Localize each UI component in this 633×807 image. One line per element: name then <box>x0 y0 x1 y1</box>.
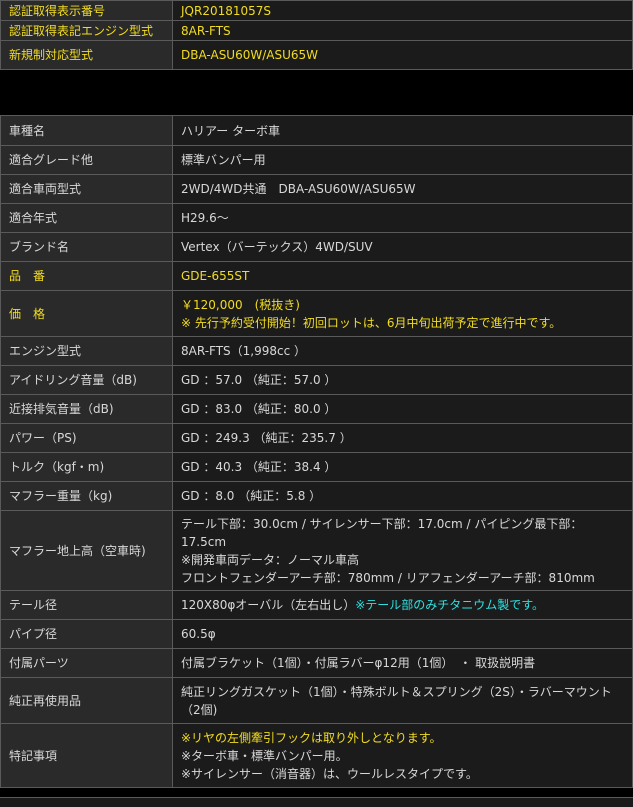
spec-row-idle: アイドリング音量（dB) GD ：57.0 （純正：57.0 ） <box>0 365 633 395</box>
spec-row-reuse: 純正再使用品 純正リングガスケット（1個）・特殊ボルト＆スプリング（2S）・ラバ… <box>0 677 633 724</box>
tail-value: 120X80φオーバル（左右出し） <box>181 598 356 612</box>
exhaust-value: GD ：83.0 （純正：80.0 ） <box>172 394 633 424</box>
price-note: ※ 先行予約受付開始！初回ロットは、6月中旬出荷予定で進行中です。 <box>181 315 562 330</box>
part-no-label: 品 番 <box>0 261 173 291</box>
section-gap <box>0 70 633 115</box>
spec-row-clearance: マフラー地上高（空車時) テール下部：30.0cm / サイレンサー下部：17.… <box>0 510 633 591</box>
new-regulation-label: 新規制対応型式 <box>0 40 173 70</box>
spec-row-part-no: 品 番 GDE-655ST <box>0 261 633 291</box>
power-value: GD ：249.3 （純正：235.7 ） <box>172 423 633 453</box>
cert-engine-value: 8AR-FTS <box>172 20 633 41</box>
spec-row-power: パワー（PS) GD ：249.3 （純正：235.7 ） <box>0 423 633 453</box>
power-label: パワー（PS) <box>0 423 173 453</box>
vehicle-type-value: 2WD/4WD共通 DBA-ASU60W/ASU65W <box>172 174 633 204</box>
vehicle-type-label: 適合車両型式 <box>0 174 173 204</box>
notes-line-1: ※リヤの左側牽引フックは取り外しとなります。 <box>181 730 442 745</box>
part-no-value: GDE-655ST <box>172 261 633 291</box>
cert-number-label: 認証取得表示番号 <box>0 0 173 21</box>
torque-label: トルク（kgf・m) <box>0 452 173 482</box>
cert-table: 認証取得表示番号 JQR20181057S 認証取得表記エンジン型式 8AR-F… <box>0 0 633 70</box>
spec-row-weight: マフラー重量（kg) GD ：8.0 （純正：5.8 ） <box>0 481 633 511</box>
spec-row-tail: テール径 120X80φオーバル（左右出し）※テール部のみチタニウム製です。 <box>0 590 633 620</box>
clearance-line-2: 17.5cm <box>181 534 227 549</box>
model-label: 車種名 <box>0 115 173 146</box>
price-value: ￥120,000 (税抜き) <box>181 297 300 312</box>
tail-label: テール径 <box>0 590 173 620</box>
cert-engine-row: 認証取得表記エンジン型式 8AR-FTS <box>0 20 633 41</box>
grade-label: 適合グレード他 <box>0 145 173 175</box>
notes-line-2: ※ターボ車・標準バンパー用。 <box>181 748 348 763</box>
cert-number-row: 認証取得表示番号 JQR20181057S <box>0 0 633 21</box>
idle-label: アイドリング音量（dB) <box>0 365 173 395</box>
model-value: ハリアー ターボ車 <box>172 115 633 146</box>
notes-label: 特記事項 <box>0 723 173 788</box>
clearance-line-3: ※開発車両データ：ノーマル車高 <box>181 552 360 567</box>
spec-row-torque: トルク（kgf・m) GD ：40.3 （純正：38.4 ） <box>0 452 633 482</box>
weight-label: マフラー重量（kg) <box>0 481 173 511</box>
tail-cell: 120X80φオーバル（左右出し）※テール部のみチタニウム製です。 <box>172 590 633 620</box>
cert-number-value: JQR20181057S <box>172 0 633 21</box>
engine-value: 8AR-FTS（1,998cc ） <box>172 336 633 366</box>
parts-value: 付属ブラケット（1個）・付属ラバーφ12用（1個） ・ 取扱説明書 <box>172 648 633 678</box>
new-regulation-value: DBA-ASU60W/ASU65W <box>172 40 633 70</box>
clearance-line-1: テール下部：30.0cm / サイレンサー下部：17.0cm / パイピング最下… <box>181 516 583 531</box>
cert-engine-label: 認証取得表記エンジン型式 <box>0 20 173 41</box>
reuse-label: 純正再使用品 <box>0 677 173 724</box>
clearance-cell: テール下部：30.0cm / サイレンサー下部：17.0cm / パイピング最下… <box>172 510 633 591</box>
spec-table: 車種名 ハリアー ターボ車 適合グレード他 標準バンパー用 適合車両型式 2WD… <box>0 115 633 788</box>
weight-value: GD ：8.0 （純正：5.8 ） <box>172 481 633 511</box>
engine-label: エンジン型式 <box>0 336 173 366</box>
brand-label: ブランド名 <box>0 232 173 262</box>
reuse-value: 純正リングガスケット（1個）・特殊ボルト＆スプリング（2S）・ラバーマウント（2… <box>172 677 633 724</box>
spec-row-exhaust: 近接排気音量（dB) GD ：83.0 （純正：80.0 ） <box>0 394 633 424</box>
pipe-label: パイプ径 <box>0 619 173 649</box>
pipe-value: 60.5φ <box>172 619 633 649</box>
clearance-line-4: フロントフェンダーアーチ部：780mm / リアフェンダーアーチ部：810mm <box>181 570 595 585</box>
notes-cell: ※リヤの左側牽引フックは取り外しとなります。 ※ターボ車・標準バンパー用。 ※サ… <box>172 723 633 788</box>
spec-row-parts: 付属パーツ 付属ブラケット（1個）・付属ラバーφ12用（1個） ・ 取扱説明書 <box>0 648 633 678</box>
price-label: 価 格 <box>0 290 173 337</box>
year-label: 適合年式 <box>0 203 173 233</box>
spec-row-engine: エンジン型式 8AR-FTS（1,998cc ） <box>0 336 633 366</box>
new-regulation-row: 新規制対応型式 DBA-ASU60W/ASU65W <box>0 40 633 70</box>
notes-line-3: ※サイレンサー（消音器）は、ウールレスタイプです。 <box>181 766 478 781</box>
spec-row-grade: 適合グレード他 標準バンパー用 <box>0 145 633 175</box>
spec-row-year: 適合年式 H29.6～ <box>0 203 633 233</box>
exhaust-label: 近接排気音量（dB) <box>0 394 173 424</box>
year-value: H29.6～ <box>172 203 633 233</box>
spec-row-vehicle-type: 適合車両型式 2WD/4WD共通 DBA-ASU60W/ASU65W <box>0 174 633 204</box>
clearance-label: マフラー地上高（空車時) <box>0 510 173 591</box>
spec-row-notes: 特記事項 ※リヤの左側牽引フックは取り外しとなります。 ※ターボ車・標準バンパー… <box>0 723 633 788</box>
spec-row-pipe: パイプ径 60.5φ <box>0 619 633 649</box>
tail-note: ※テール部のみチタニウム製です。 <box>355 598 545 612</box>
grade-value: 標準バンパー用 <box>172 145 633 175</box>
spec-row-model: 車種名 ハリアー ターボ車 <box>0 115 633 146</box>
spec-row-brand: ブランド名 Vertex（バーテックス）4WD/SUV <box>0 232 633 262</box>
parts-label: 付属パーツ <box>0 648 173 678</box>
idle-value: GD ：57.0 （純正：57.0 ） <box>172 365 633 395</box>
torque-value: GD ：40.3 （純正：38.4 ） <box>172 452 633 482</box>
brand-value: Vertex（バーテックス）4WD/SUV <box>172 232 633 262</box>
price-cell: ￥120,000 (税抜き) ※ 先行予約受付開始！初回ロットは、6月中旬出荷予… <box>172 290 633 337</box>
spec-row-price: 価 格 ￥120,000 (税抜き) ※ 先行予約受付開始！初回ロットは、6月中… <box>0 290 633 337</box>
